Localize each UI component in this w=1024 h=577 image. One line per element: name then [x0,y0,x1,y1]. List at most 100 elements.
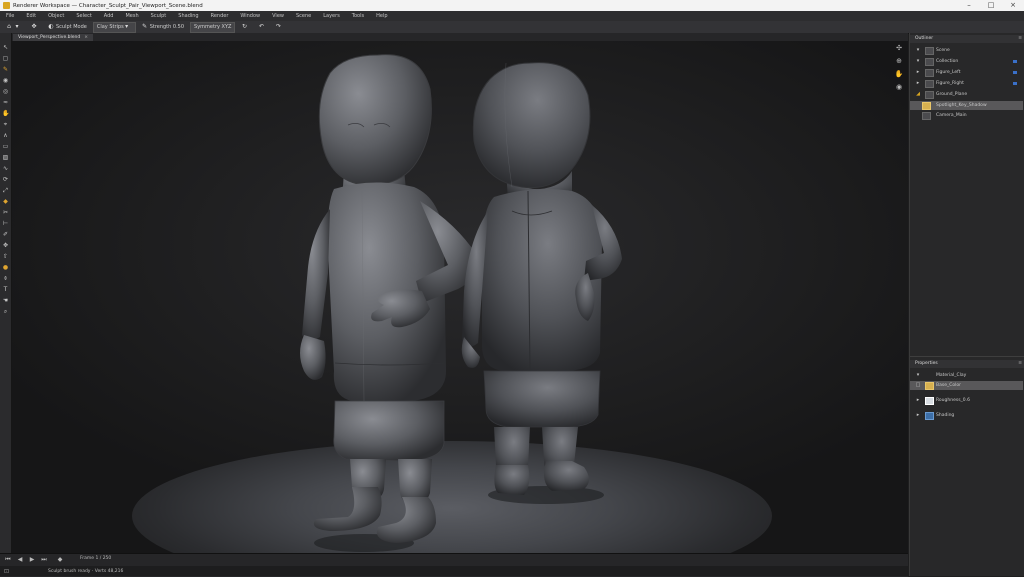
menu-object[interactable]: Object [42,13,70,19]
eyedropper-icon[interactable]: ⌽ [2,276,9,282]
minimize-button[interactable]: – [958,0,980,11]
figure-right[interactable] [461,62,622,504]
figure-left[interactable] [300,54,478,552]
zoom-tool-icon[interactable]: ⌕ [2,309,9,315]
outliner-item[interactable]: ▾ Scene [910,46,1023,55]
zoom-view-icon[interactable]: ⊕ [892,57,906,67]
menu-mesh[interactable]: Mesh [119,13,144,19]
expand-icon[interactable]: ▸ [915,397,921,403]
properties-item[interactable]: ▾ Material_Clay [910,371,1023,380]
visibility-icon[interactable] [1013,82,1017,85]
pan-view-icon[interactable]: ✋ [892,70,906,80]
menu-shading[interactable]: Shading [172,13,204,19]
clay-brush-icon[interactable]: ◉ [2,78,9,84]
panel-menu-icon[interactable]: ≡ [1018,360,1022,368]
box-select-icon[interactable]: ▢ [2,56,9,62]
snake-hook-icon[interactable]: ∿ [2,166,9,172]
rotate-tool-icon[interactable]: ⟳ [2,177,9,183]
camera-view-icon[interactable]: ◉ [892,83,906,93]
outliner-item[interactable]: ▸ Figure_Left [910,68,1023,77]
draw-brush-icon[interactable]: ✎ [2,67,9,73]
properties-item-selected[interactable]: □ Base_Color [910,381,1023,390]
expand-icon[interactable]: ▸ [915,80,921,86]
menu-edit[interactable]: Edit [20,13,42,19]
extrude-tool-icon[interactable]: ⇧ [2,254,9,260]
menu-render[interactable]: Render [205,13,235,19]
outliner-item[interactable]: ▸ Figure_Right [910,79,1023,88]
menu-layers[interactable]: Layers [317,13,346,19]
refresh-icon: ↻ [241,23,247,30]
menu-file[interactable]: File [0,13,20,19]
play-reverse-icon[interactable]: ◀ [16,556,24,563]
menu-window[interactable]: Window [234,13,266,19]
maximize-button[interactable]: □ [980,0,1002,11]
navigation-gizmo-icon[interactable]: ✣ [892,44,906,54]
symmetry-toggle[interactable]: Symmetry XYZ [190,21,236,33]
text-tool-icon[interactable]: T [2,287,9,293]
menu-view[interactable]: View [266,13,290,19]
tool-preset[interactable]: ⌂ ▾ [3,23,25,32]
measure-tool-icon[interactable]: ⊢ [2,221,9,227]
jump-end-icon[interactable]: ⏭ [40,556,48,563]
inflate-brush-icon[interactable]: ◎ [2,89,9,95]
mode-select[interactable]: ◐ Sculpt Mode [45,23,90,32]
outliner-item[interactable]: Camera_Main [910,111,1023,120]
chevron-down-icon: ▾ [15,23,19,30]
crease-brush-icon[interactable]: ∧ [2,133,9,139]
undo-button[interactable]: ↶ [255,23,269,32]
outliner-item[interactable]: ▾ Collection [910,57,1023,66]
hand-tool-icon[interactable]: ☚ [2,298,9,304]
grab-brush-icon[interactable]: ✋ [2,111,9,117]
menu-scene[interactable]: Scene [290,13,317,19]
expand-icon[interactable]: ▾ [915,372,921,378]
expand-icon[interactable]: ▸ [915,412,921,418]
expand-icon[interactable]: ▾ [915,47,921,53]
menu-tools[interactable]: Tools [346,13,370,19]
keyframe-icon[interactable]: ◆ [56,556,64,563]
strength-field[interactable]: ✎ Strength 0.50 [139,23,187,32]
pinch-brush-icon[interactable]: ⌖ [2,122,9,128]
transform-toggle[interactable]: ✥ [28,23,42,32]
document-tab[interactable]: Viewport_Perspective.blend × [13,34,94,41]
outliner-item[interactable]: ◢ Ground_Plane [910,90,1023,99]
properties-item[interactable]: ▸ Roughness_0.6 [910,396,1023,405]
refresh-button[interactable]: ↻ [238,23,252,32]
document-tab-label: Viewport_Perspective.blend [18,35,81,40]
fill-brush-icon[interactable]: ◆ [2,199,9,205]
close-tab-icon[interactable]: × [84,35,88,40]
brush-select[interactable]: Clay Strips ▾ [92,21,136,33]
texture-icon [925,397,934,405]
status-text: Sculpt brush ready · Verts 48,216 [48,569,124,574]
mask-brush-icon[interactable]: ▨ [2,155,9,161]
properties-item[interactable]: ▸ Shading [910,411,1023,420]
timeline-frame-label: Frame 1 / 250 [80,556,112,561]
flatten-brush-icon[interactable]: ▭ [2,144,9,150]
paint-tool-icon[interactable]: ● [2,265,9,271]
select-tool-icon[interactable]: ↖ [2,45,9,51]
expand-icon[interactable]: ▾ [915,58,921,64]
outliner-item-selected[interactable]: Spotlight_Key_Shadow [910,101,1023,110]
shading-icon [925,412,934,420]
jump-start-icon[interactable]: ⏮ [4,556,12,563]
smooth-brush-icon[interactable]: ≈ [2,100,9,106]
expand-icon[interactable]: ▸ [915,69,921,75]
properties-item-label: Roughness_0.6 [936,398,970,403]
visibility-icon[interactable] [1013,71,1017,74]
menu-help[interactable]: Help [370,13,393,19]
3d-viewport[interactable]: ✣ ⊕ ✋ ◉ [12,41,908,553]
scale-tool-icon[interactable]: ⤢ [2,188,9,194]
menu-select[interactable]: Select [70,13,97,19]
redo-button[interactable]: ↷ [272,23,286,32]
knife-tool-icon[interactable]: ✂ [2,210,9,216]
properties-header: Properties ≡ [910,360,1024,368]
window-controls: – □ × [958,0,1024,11]
close-button[interactable]: × [1002,0,1024,11]
play-icon[interactable]: ▶ [28,556,36,563]
visibility-icon[interactable] [1013,60,1017,63]
menu-add[interactable]: Add [98,13,120,19]
annotate-tool-icon[interactable]: ✐ [2,232,9,238]
transform-tool-icon[interactable]: ✥ [2,243,9,249]
object-data-icon [925,91,934,99]
menu-sculpt[interactable]: Sculpt [145,13,173,19]
panel-menu-icon[interactable]: ≡ [1018,35,1022,43]
